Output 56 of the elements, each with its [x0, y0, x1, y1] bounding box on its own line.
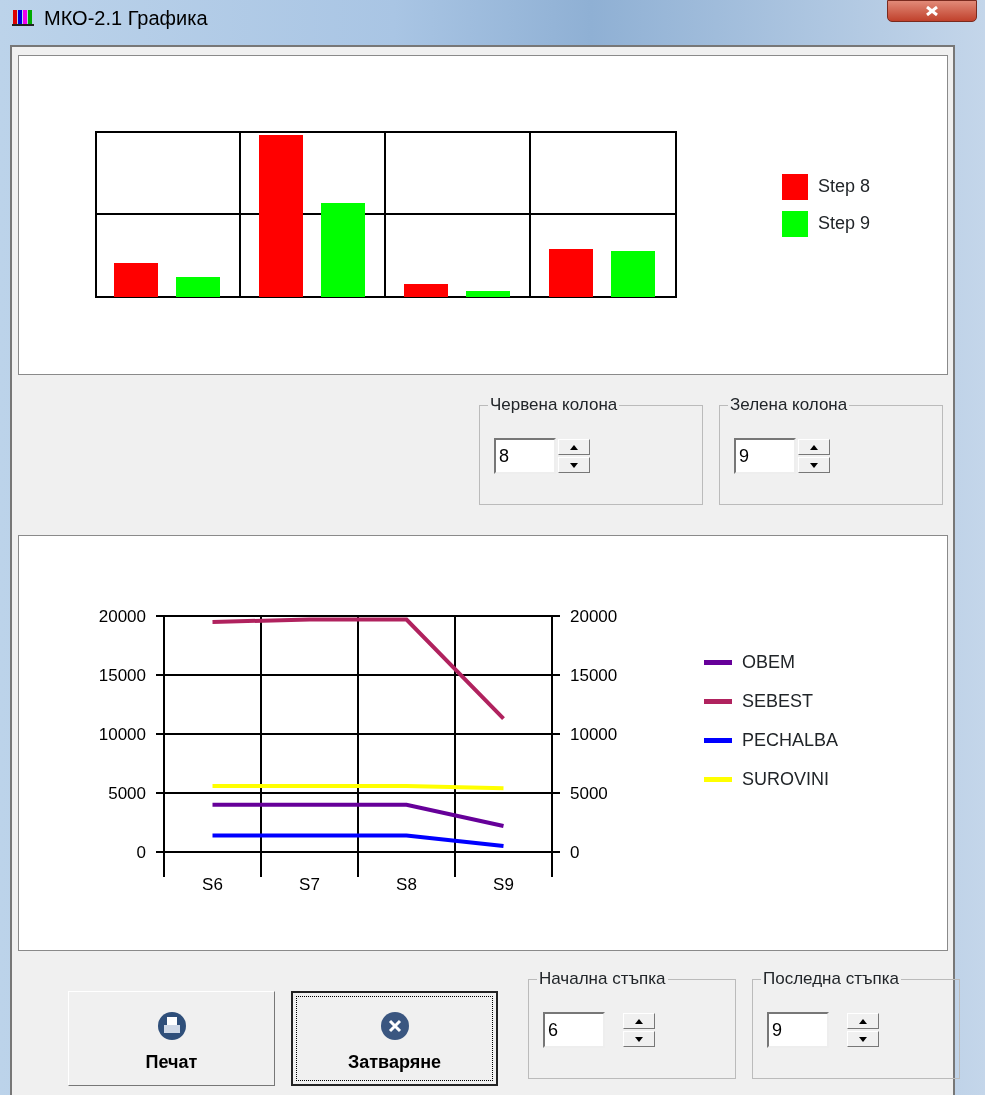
printer-icon — [156, 1010, 187, 1041]
number-field[interactable]: 6 — [543, 1012, 605, 1048]
spin-down-button[interactable] — [847, 1031, 879, 1047]
print-button[interactable]: Печат — [68, 991, 275, 1086]
up-arrow-icon — [859, 1018, 867, 1024]
y-tick-label: 15000 — [570, 666, 618, 685]
bar — [176, 277, 220, 297]
spin-up-button[interactable] — [623, 1013, 655, 1029]
legend-label: OBEM — [742, 651, 795, 674]
legend-label: PECHALBA — [742, 729, 839, 752]
group-label: Червена колона — [488, 395, 620, 415]
x-tick-label: S8 — [396, 875, 417, 894]
legend-label: SEBEST — [742, 690, 814, 713]
bar — [611, 251, 655, 297]
legend-label: SUROVINI — [742, 768, 829, 791]
group-label: Последна стъпка — [761, 969, 902, 989]
y-tick-label: 10000 — [570, 725, 618, 744]
app-icon — [12, 8, 34, 26]
y-tick-label: 0 — [136, 843, 146, 862]
window-title: МКО-2.1 Графика — [44, 8, 208, 28]
spin-down-button[interactable] — [798, 457, 830, 473]
y-tick-label: 5000 — [570, 784, 608, 803]
close-icon — [925, 6, 939, 16]
x-tick-label: S9 — [493, 875, 514, 894]
bar — [549, 249, 593, 297]
number-field[interactable]: 8 — [494, 438, 556, 474]
y-tick-label: 0 — [570, 843, 580, 862]
y-tick-label: 10000 — [98, 725, 146, 744]
down-arrow-icon — [570, 462, 578, 468]
number-field[interactable]: 9 — [734, 438, 796, 474]
legend-label: Step 8 — [818, 175, 871, 198]
y-tick-label: 20000 — [98, 607, 146, 626]
up-arrow-icon — [570, 444, 578, 450]
y-tick-label: 5000 — [108, 784, 146, 803]
y-tick-label: 20000 — [570, 607, 618, 626]
number-field[interactable]: 9 — [767, 1012, 829, 1048]
legend-label: Step 9 — [818, 212, 871, 235]
spin-up-button[interactable] — [558, 439, 590, 455]
close-icon — [379, 1010, 410, 1041]
bar — [404, 284, 448, 297]
y-tick-label: 15000 — [98, 666, 146, 685]
spin-up-button[interactable] — [798, 439, 830, 455]
spin-up-button[interactable] — [847, 1013, 879, 1029]
down-arrow-icon — [859, 1036, 867, 1042]
up-arrow-icon — [635, 1018, 643, 1024]
spin-down-button[interactable] — [558, 457, 590, 473]
spin-down-button[interactable] — [623, 1031, 655, 1047]
bar — [114, 263, 158, 297]
x-tick-label: S6 — [202, 875, 223, 894]
down-arrow-icon — [810, 462, 818, 468]
down-arrow-icon — [635, 1036, 643, 1042]
up-arrow-icon — [810, 444, 818, 450]
close-button[interactable] — [887, 0, 977, 22]
close-button[interactable]: Затваряне — [291, 991, 498, 1086]
x-tick-label: S7 — [299, 875, 320, 894]
bar — [466, 291, 510, 297]
